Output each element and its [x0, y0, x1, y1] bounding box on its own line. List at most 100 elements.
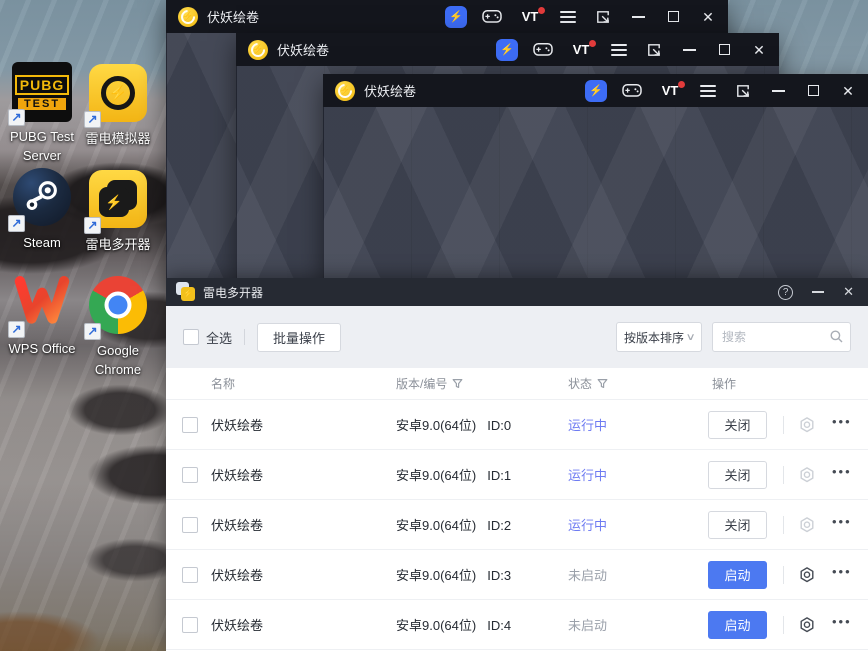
- stop-button[interactable]: 关闭: [708, 410, 767, 439]
- select-all-checkbox[interactable]: [183, 329, 199, 345]
- vt-indicator[interactable]: VT: [517, 6, 545, 28]
- boost-icon[interactable]: ⚡: [496, 38, 518, 61]
- emulator-window-3: 伏妖绘卷 ⚡ VT ✕: [323, 74, 868, 278]
- instance-row: 伏妖绘卷 安卓9.0(64位) ID:2 运行中 关闭 •••: [166, 500, 868, 550]
- desktop-icon-pubg-test-server[interactable]: PUBG TEST ↗ PUBG Test Server: [4, 62, 80, 166]
- menu-icon[interactable]: [609, 39, 629, 61]
- desktop-icon-steam[interactable]: ↗ Steam: [4, 168, 80, 253]
- instance-version: 安卓9.0(64位): [396, 568, 477, 583]
- menu-icon[interactable]: [558, 6, 578, 28]
- instance-row: 伏妖绘卷 安卓9.0(64位) ID:0 运行中 关闭 •••: [166, 400, 868, 450]
- minimize-icon[interactable]: [768, 80, 788, 102]
- ldplayer-logo-icon: [335, 80, 355, 101]
- search-icon: [830, 330, 843, 343]
- instance-name: 伏妖绘卷: [211, 468, 264, 483]
- minimize-icon[interactable]: [812, 291, 825, 293]
- table-header: 名称 版本/编号 状态 操作: [166, 368, 868, 400]
- batch-operations-button[interactable]: 批量操作: [257, 322, 342, 352]
- more-icon[interactable]: •••: [832, 615, 852, 630]
- vt-indicator[interactable]: VT: [657, 80, 685, 102]
- instance-version: 安卓9.0(64位): [396, 618, 477, 633]
- popout-icon[interactable]: [644, 39, 664, 61]
- titlebar[interactable]: 伏妖绘卷 ⚡ VT ✕: [323, 74, 868, 107]
- start-button[interactable]: 启动: [708, 610, 767, 639]
- stop-button[interactable]: 关闭: [708, 460, 767, 489]
- close-icon[interactable]: ✕: [749, 39, 769, 61]
- settings-gear-icon[interactable]: [798, 616, 816, 634]
- instance-id: ID:4: [487, 618, 512, 633]
- titlebar[interactable]: 伏妖绘卷 ⚡ VT ✕: [236, 33, 779, 66]
- minimize-icon[interactable]: [628, 6, 648, 28]
- emulator-screen[interactable]: [323, 107, 868, 278]
- boost-icon[interactable]: ⚡: [445, 5, 467, 28]
- row-checkbox[interactable]: [182, 416, 198, 433]
- start-button[interactable]: 启动: [708, 560, 767, 589]
- notification-dot-icon: [589, 39, 596, 47]
- close-icon[interactable]: ✕: [838, 80, 858, 102]
- minimize-icon[interactable]: [679, 39, 699, 61]
- settings-gear-icon[interactable]: [798, 416, 816, 434]
- settings-gear-icon[interactable]: [798, 516, 816, 534]
- row-checkbox[interactable]: [182, 616, 198, 633]
- gamepad-icon[interactable]: [533, 39, 553, 61]
- notification-dot-icon: [678, 80, 685, 88]
- chevron-down-icon: ∨: [685, 331, 696, 343]
- desktop-icon-ldplayer[interactable]: ⚡ ↗ 雷电模拟器: [80, 64, 156, 149]
- row-checkbox[interactable]: [182, 516, 198, 533]
- divider: [783, 615, 784, 634]
- notification-dot-icon: [538, 6, 545, 14]
- settings-gear-icon[interactable]: [798, 566, 816, 584]
- gamepad-icon[interactable]: [622, 80, 642, 102]
- popout-icon[interactable]: [593, 6, 613, 28]
- icon-label: Steam: [23, 235, 61, 250]
- window-title: 伏妖绘卷: [277, 43, 330, 58]
- sort-dropdown[interactable]: 按版本排序 ∨: [616, 322, 702, 352]
- popout-icon[interactable]: [733, 80, 753, 102]
- gamepad-icon[interactable]: [482, 6, 502, 28]
- row-checkbox[interactable]: [182, 466, 198, 483]
- stop-button[interactable]: 关闭: [708, 510, 767, 539]
- divider: [783, 415, 784, 434]
- more-icon[interactable]: •••: [832, 515, 852, 530]
- close-icon[interactable]: ✕: [698, 6, 718, 28]
- shortcut-arrow-icon: ↗: [84, 323, 101, 340]
- desktop-icon-google-chrome[interactable]: ↗ Google Chrome: [80, 276, 156, 380]
- settings-gear-icon[interactable]: [798, 466, 816, 484]
- icon-label: 雷电多开器: [85, 237, 151, 252]
- maximize-icon[interactable]: [714, 39, 734, 61]
- titlebar[interactable]: 伏妖绘卷 ⚡ VT ✕: [166, 0, 728, 33]
- screen: PUBG TEST ↗ PUBG Test Server ⚡ ↗ 雷电模拟器 ↗…: [0, 0, 868, 651]
- more-icon[interactable]: •••: [832, 565, 852, 580]
- status-badge: 运行中: [568, 518, 608, 533]
- instance-version: 安卓9.0(64位): [396, 468, 477, 483]
- instance-row: 伏妖绘卷 安卓9.0(64位) ID:3 未启动 启动 •••: [166, 550, 868, 600]
- instance-id: ID:0: [487, 418, 512, 433]
- row-checkbox[interactable]: [182, 566, 198, 583]
- menu-icon[interactable]: [698, 80, 718, 102]
- close-icon[interactable]: ✕: [843, 284, 854, 300]
- desktop-icon-wps-office[interactable]: ↗ WPS Office: [4, 274, 80, 359]
- maximize-icon[interactable]: [803, 80, 823, 102]
- icon-label: WPS Office: [8, 341, 76, 356]
- manager-titlebar[interactable]: ⚡ 雷电多开器 ? ✕: [166, 278, 868, 306]
- filter-icon: [452, 379, 463, 388]
- help-icon[interactable]: ?: [778, 284, 794, 300]
- divider: [783, 515, 784, 534]
- manager-toolbar: 全选 批量操作 按版本排序 ∨: [166, 306, 868, 368]
- shortcut-arrow-icon: ↗: [8, 215, 25, 232]
- icon-label: Google Chrome: [94, 343, 142, 377]
- instance-id: ID:2: [487, 518, 512, 533]
- multi-instance-manager-window: ⚡ 雷电多开器 ? ✕ 全选 批量操作 按版本排序 ∨ 搜索 名称 版本/编号 …: [166, 278, 868, 651]
- manager-title: 雷电多开器: [203, 285, 264, 300]
- more-icon[interactable]: •••: [832, 415, 852, 430]
- instance-id: ID:1: [487, 468, 512, 483]
- status-badge: 未启动: [568, 618, 608, 633]
- divider: [783, 465, 784, 484]
- maximize-icon[interactable]: [663, 6, 683, 28]
- desktop-icon-multi-instance[interactable]: ⚡ ↗ 雷电多开器: [80, 170, 156, 255]
- icon-label: 雷电模拟器: [85, 131, 151, 146]
- boost-icon[interactable]: ⚡: [585, 79, 607, 102]
- vt-indicator[interactable]: VT: [568, 39, 596, 61]
- more-icon[interactable]: •••: [832, 465, 852, 480]
- instance-version: 安卓9.0(64位): [396, 418, 477, 433]
